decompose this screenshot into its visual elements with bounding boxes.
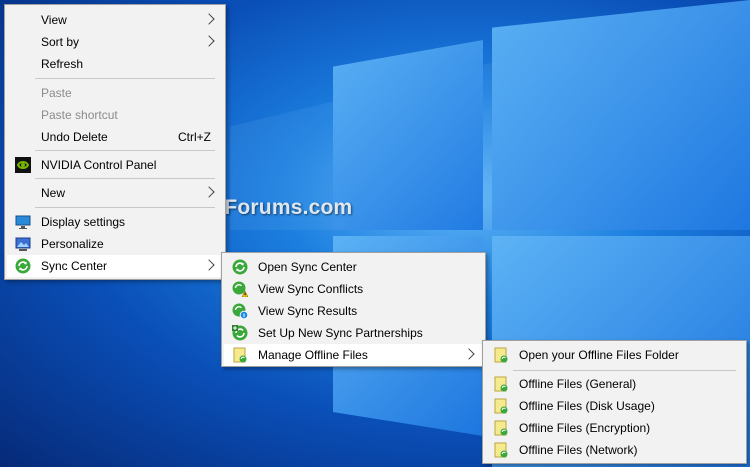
sync-center-submenu: Open Sync Center View Sync Conflicts Vie… bbox=[221, 252, 486, 367]
window-logo-pane-top-right bbox=[492, 0, 750, 230]
menu-item-open-offline-files-folder[interactable]: Open your Offline Files Folder bbox=[485, 344, 744, 366]
keyboard-shortcut: Ctrl+Z bbox=[178, 130, 211, 144]
menu-item-manage-offline-files[interactable]: Manage Offline Files bbox=[224, 344, 483, 366]
chevron-right-icon bbox=[203, 35, 215, 47]
menu-item-label: New bbox=[41, 186, 66, 200]
menu-item-label: Offline Files (General) bbox=[519, 377, 637, 391]
menu-item-refresh[interactable]: Refresh bbox=[7, 53, 223, 75]
menu-item-view-sync-conflicts[interactable]: View Sync Conflicts bbox=[224, 278, 483, 300]
menu-item-view[interactable]: View bbox=[7, 9, 223, 31]
menu-item-open-sync-center[interactable]: Open Sync Center bbox=[224, 256, 483, 278]
sync-icon bbox=[232, 259, 248, 275]
chevron-right-icon bbox=[203, 259, 215, 271]
menu-item-label: Paste bbox=[41, 86, 72, 100]
offline-files-icon bbox=[232, 347, 248, 363]
menu-item-offline-files-encryption[interactable]: Offline Files (Encryption) bbox=[485, 417, 744, 439]
window-logo-pane-top-left bbox=[333, 40, 483, 230]
nvidia-icon bbox=[15, 157, 31, 173]
personalize-icon bbox=[15, 236, 31, 252]
menu-item-undo-delete[interactable]: Undo Delete Ctrl+Z bbox=[7, 126, 223, 148]
menu-separator bbox=[35, 78, 215, 79]
menu-item-label: Open your Offline Files Folder bbox=[519, 348, 679, 362]
offline-files-icon bbox=[493, 347, 509, 363]
menu-item-label: Display settings bbox=[41, 215, 126, 229]
menu-item-sort-by[interactable]: Sort by bbox=[7, 31, 223, 53]
menu-item-label: Offline Files (Disk Usage) bbox=[519, 399, 655, 413]
menu-separator bbox=[35, 150, 215, 151]
menu-item-label: Undo Delete bbox=[41, 130, 108, 144]
menu-item-label: Set Up New Sync Partnerships bbox=[258, 326, 423, 340]
menu-item-set-up-new-sync-partnerships[interactable]: Set Up New Sync Partnerships bbox=[224, 322, 483, 344]
menu-item-label: Paste shortcut bbox=[41, 108, 118, 122]
menu-item-label: Personalize bbox=[41, 237, 104, 251]
offline-files-icon bbox=[493, 376, 509, 392]
menu-item-label: Offline Files (Encryption) bbox=[519, 421, 651, 435]
sync-center-icon bbox=[15, 258, 31, 274]
menu-item-paste-shortcut[interactable]: Paste shortcut bbox=[7, 104, 223, 126]
menu-separator bbox=[35, 207, 215, 208]
desktop-context-menu: View Sort by Refresh Paste Paste shortcu… bbox=[4, 4, 226, 280]
menu-item-offline-files-general[interactable]: Offline Files (General) bbox=[485, 373, 744, 395]
menu-item-label: Sort by bbox=[41, 35, 80, 49]
menu-item-label: View Sync Conflicts bbox=[258, 282, 364, 296]
menu-item-view-sync-results[interactable]: View Sync Results bbox=[224, 300, 483, 322]
offline-files-icon bbox=[493, 420, 509, 436]
chevron-right-icon bbox=[463, 348, 475, 360]
menu-item-nvidia-control-panel[interactable]: NVIDIA Control Panel bbox=[7, 154, 223, 176]
menu-item-label: Manage Offline Files bbox=[258, 348, 368, 362]
menu-item-label: Offline Files (Network) bbox=[519, 443, 638, 457]
sync-results-icon bbox=[232, 303, 249, 320]
menu-item-label: NVIDIA Control Panel bbox=[41, 158, 157, 172]
menu-item-offline-files-network[interactable]: Offline Files (Network) bbox=[485, 439, 744, 461]
chevron-right-icon bbox=[203, 13, 215, 25]
menu-item-label: Refresh bbox=[41, 57, 84, 71]
menu-item-display-settings[interactable]: Display settings bbox=[7, 211, 223, 233]
display-settings-icon bbox=[15, 214, 31, 230]
chevron-right-icon bbox=[203, 186, 215, 198]
menu-item-paste[interactable]: Paste bbox=[7, 82, 223, 104]
menu-item-label: Open Sync Center bbox=[258, 260, 357, 274]
menu-item-label: Sync Center bbox=[41, 259, 108, 273]
sync-partnership-icon bbox=[232, 325, 248, 341]
menu-separator bbox=[513, 370, 736, 371]
menu-item-offline-files-disk-usage[interactable]: Offline Files (Disk Usage) bbox=[485, 395, 744, 417]
menu-item-new[interactable]: New bbox=[7, 182, 223, 204]
menu-item-personalize[interactable]: Personalize bbox=[7, 233, 223, 255]
menu-item-sync-center[interactable]: Sync Center bbox=[7, 255, 223, 277]
offline-files-icon bbox=[493, 442, 509, 458]
offline-files-icon bbox=[493, 398, 509, 414]
menu-item-label: View bbox=[41, 13, 67, 27]
menu-separator bbox=[35, 178, 215, 179]
menu-item-label: View Sync Results bbox=[258, 304, 358, 318]
offline-files-submenu: Open your Offline Files Folder Offline F… bbox=[482, 340, 747, 464]
sync-conflict-icon bbox=[232, 281, 249, 298]
